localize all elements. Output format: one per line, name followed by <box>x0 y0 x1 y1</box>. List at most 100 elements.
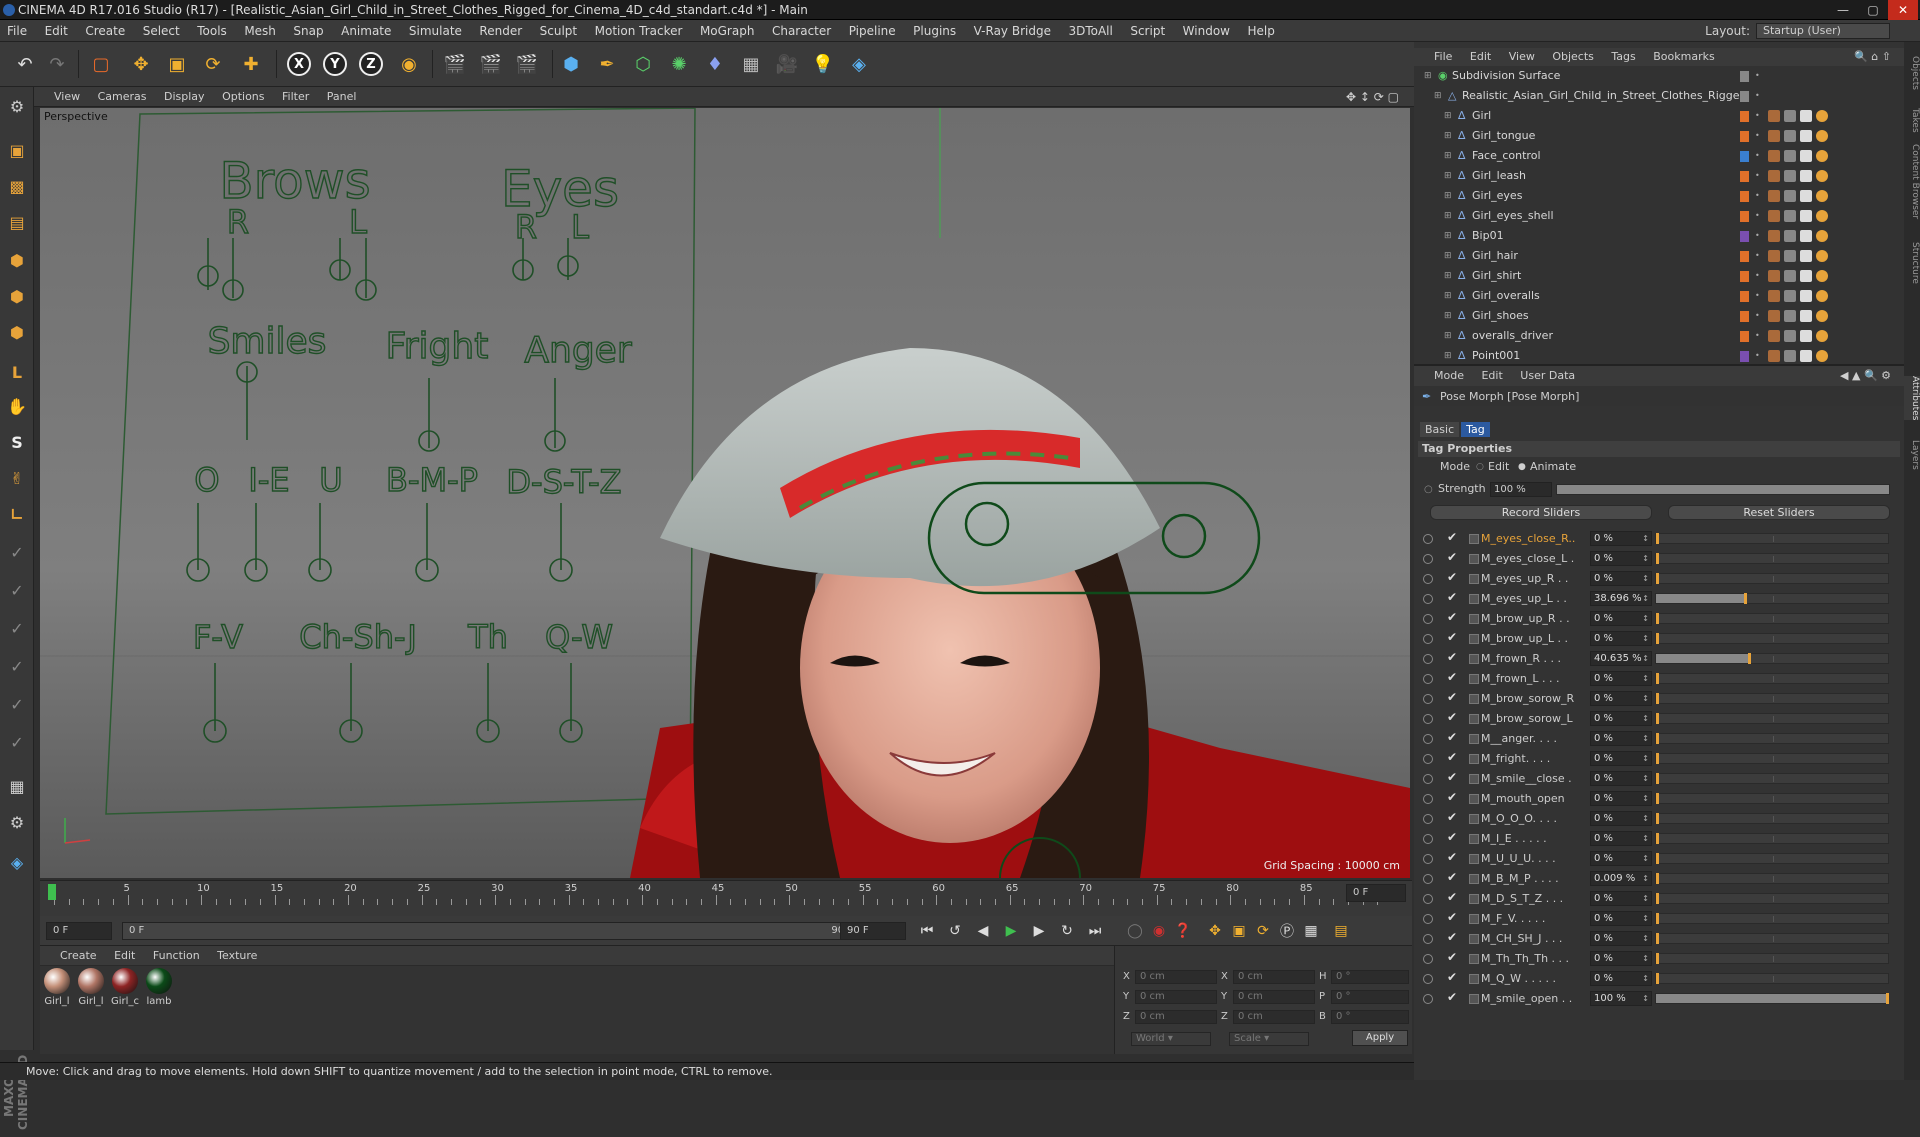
material-menu-edit[interactable]: Edit <box>107 946 142 966</box>
brush-icon[interactable]: ✓ <box>4 539 30 565</box>
grid-icon[interactable]: ▦ <box>4 773 30 799</box>
strength-slider[interactable] <box>1556 484 1890 495</box>
object-tag-icon[interactable] <box>1800 210 1812 222</box>
morph-slider-row[interactable]: ✔M_eyes_up_L . .38.696 % <box>1414 589 1904 609</box>
morph-value-field[interactable]: 0 % <box>1590 671 1652 686</box>
morph-slider-row[interactable]: ✔M_eyes_close_R..0 % <box>1414 529 1904 549</box>
tab-basic[interactable]: Basic <box>1420 422 1459 437</box>
anim-keyframe-dot[interactable] <box>1423 654 1433 664</box>
axis-mode-icon[interactable]: L <box>4 359 30 385</box>
anim-keyframe-dot[interactable] <box>1423 754 1433 764</box>
object-tag-icon[interactable] <box>1768 330 1780 342</box>
subdivision-surface-icon[interactable]: ⬡ <box>628 49 658 79</box>
object-tag-icon[interactable] <box>1768 210 1780 222</box>
morph-slider-row[interactable]: ✔M_fright. . . .0 % <box>1414 749 1904 769</box>
morph-value-field[interactable]: 0 % <box>1590 911 1652 926</box>
anim-keyframe-dot[interactable] <box>1423 954 1433 964</box>
morph-value-field[interactable]: 0 % <box>1590 611 1652 626</box>
object-tag-icon[interactable] <box>1784 150 1796 162</box>
expand-icon[interactable]: ⊞ <box>1444 266 1452 286</box>
expand-icon[interactable]: ⊞ <box>1444 206 1452 226</box>
morph-enabled-checkbox[interactable]: ✔ <box>1447 870 1457 884</box>
side-tab-structure[interactable]: Structure <box>1904 242 1920 284</box>
morph-enabled-checkbox[interactable]: ✔ <box>1447 850 1457 864</box>
python-icon[interactable]: ◈ <box>844 49 874 79</box>
move-icon[interactable]: ✥ <box>126 49 156 79</box>
morph-slider-knob[interactable] <box>1656 553 1659 564</box>
cube-icon[interactable]: ⬢ <box>556 49 586 79</box>
material-swatch[interactable]: Girl_c <box>110 968 140 1007</box>
anim-keyframe-dot[interactable] <box>1423 634 1433 644</box>
object-tag-icon[interactable] <box>1784 130 1796 142</box>
object-row[interactable]: ⊞∆Girl_leash• <box>1414 166 1904 186</box>
anim-keyframe-dot[interactable] <box>1423 994 1433 1004</box>
morph-slider-row[interactable]: ✔M_D_S_T_Z . . .0 % <box>1414 889 1904 909</box>
morph-enabled-checkbox[interactable]: ✔ <box>1447 590 1457 604</box>
anim-keyframe-dot[interactable] <box>1423 774 1433 784</box>
viewport-menu-display[interactable]: Display <box>157 87 212 107</box>
menu-render[interactable]: Render <box>472 20 529 42</box>
morph-enabled-checkbox[interactable]: ✔ <box>1447 810 1457 824</box>
live-selection-icon[interactable]: ▢ <box>86 49 116 79</box>
visibility-dots[interactable]: • <box>1755 186 1760 206</box>
morph-value-field[interactable]: 0 % <box>1590 771 1652 786</box>
menu-motion-tracker[interactable]: Motion Tracker <box>588 20 690 42</box>
morph-enabled-checkbox[interactable]: ✔ <box>1447 830 1457 844</box>
record-sliders-button[interactable]: Record Sliders <box>1430 505 1652 520</box>
morph-slider-track[interactable] <box>1655 633 1889 644</box>
morph-value-field[interactable]: 0 % <box>1590 951 1652 966</box>
visibility-dots[interactable]: • <box>1755 346 1760 366</box>
object-tag-icon[interactable] <box>1800 350 1812 362</box>
material-menu-create[interactable]: Create <box>40 946 104 966</box>
go-to-start-icon[interactable]: ⏮ <box>916 921 938 941</box>
floor-icon[interactable]: ▦ <box>736 49 766 79</box>
object-tag-icon[interactable] <box>1816 270 1828 282</box>
morph-slider-row[interactable]: ✔M_brow_up_R . .0 % <box>1414 609 1904 629</box>
object-tag-icon[interactable] <box>1816 230 1828 242</box>
morph-slider-track[interactable] <box>1655 933 1889 944</box>
object-row[interactable]: ⊞△Realistic_Asian_Girl_Child_in_Street_C… <box>1414 86 1904 106</box>
expand-icon[interactable]: ⊞ <box>1444 246 1452 266</box>
object-row[interactable]: ⊞∆Girl_eyes• <box>1414 186 1904 206</box>
menu-create[interactable]: Create <box>78 20 132 42</box>
extrude-icon[interactable]: ✓ <box>4 653 30 679</box>
anim-keyframe-dot[interactable] <box>1423 894 1433 904</box>
morph-value-field[interactable]: 0.009 % <box>1590 871 1652 886</box>
pen-spline-icon[interactable]: ✒ <box>592 49 622 79</box>
morph-slider-track[interactable] <box>1655 773 1889 784</box>
material-swatch[interactable]: lamb <box>144 968 174 1007</box>
object-tag-icon[interactable] <box>1800 190 1812 202</box>
expand-icon[interactable]: ⊞ <box>1424 66 1432 86</box>
morph-enabled-checkbox[interactable]: ✔ <box>1447 690 1457 704</box>
morph-slider-knob[interactable] <box>1656 813 1659 824</box>
morph-slider-row[interactable]: ✔M_smile__close .0 % <box>1414 769 1904 789</box>
key-pla-icon[interactable]: ▦ <box>1300 921 1322 941</box>
expand-icon[interactable]: ⊞ <box>1444 326 1452 346</box>
morph-value-field[interactable]: 0 % <box>1590 971 1652 986</box>
morph-slider-row[interactable]: ✔M__anger. . . .0 % <box>1414 729 1904 749</box>
morph-value-field[interactable]: 0 % <box>1590 751 1652 766</box>
viewport-menu-panel[interactable]: Panel <box>320 87 364 107</box>
menu-character[interactable]: Character <box>765 20 838 42</box>
mode-animate-radio[interactable]: ● <box>1518 462 1526 472</box>
object-tag-icon[interactable] <box>1768 110 1780 122</box>
object-tag-icon[interactable] <box>1784 230 1796 242</box>
morph-slider-track[interactable] <box>1655 553 1889 564</box>
object-row[interactable]: ⊞∆Face_control• <box>1414 146 1904 166</box>
z-axis-lock-icon[interactable]: Z <box>356 49 386 79</box>
size-y-field[interactable]: 0 cm <box>1233 990 1315 1004</box>
morph-slider-track[interactable] <box>1655 893 1889 904</box>
camera-icon[interactable]: 🎥 <box>772 49 802 79</box>
morph-slider-knob[interactable] <box>1656 613 1659 624</box>
next-key-icon[interactable]: ↻ <box>1056 921 1078 941</box>
playhead[interactable] <box>48 884 56 900</box>
bevel-icon[interactable]: ✓ <box>4 615 30 641</box>
morph-enabled-checkbox[interactable]: ✔ <box>1447 930 1457 944</box>
morph-value-field[interactable]: 100 % <box>1590 991 1652 1006</box>
menu-mesh[interactable]: Mesh <box>237 20 283 42</box>
object-tag-icon[interactable] <box>1768 270 1780 282</box>
morph-value-field[interactable]: 0 % <box>1590 891 1652 906</box>
attribute-menu-mode[interactable]: Mode <box>1414 366 1471 386</box>
morph-slider-track[interactable] <box>1655 653 1889 664</box>
morph-slider-row[interactable]: ✔M_U_U_U. . . .0 % <box>1414 849 1904 869</box>
